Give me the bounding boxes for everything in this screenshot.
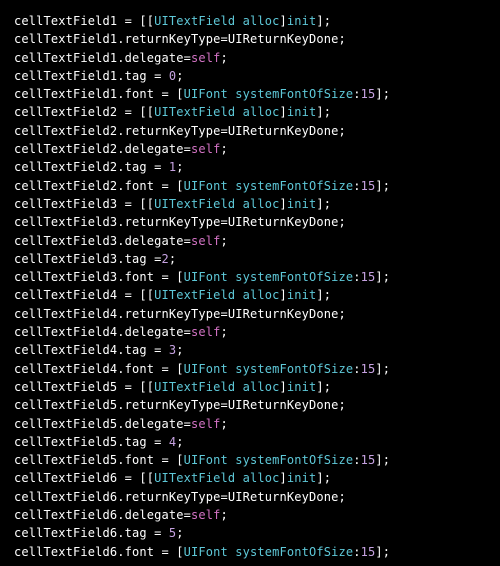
code-line: cellTextField5.tag = 4; [14, 433, 486, 451]
code-line: cellTextField6 = [[UITextField alloc]ini… [14, 469, 486, 487]
code-line: cellTextField2.font = [UIFont systemFont… [14, 177, 486, 195]
code-line: cellTextField5 = [[UITextField alloc]ini… [14, 378, 486, 396]
code-line: cellTextField6.tag = 5; [14, 524, 486, 542]
code-block: cellTextField1 = [[UITextField alloc]ini… [14, 12, 486, 561]
code-line: cellTextField1.returnKeyType=UIReturnKey… [14, 30, 486, 48]
code-line: cellTextField4.font = [UIFont systemFont… [14, 360, 486, 378]
code-line: cellTextField1 = [[UITextField alloc]ini… [14, 12, 486, 30]
code-line: cellTextField2.returnKeyType=UIReturnKey… [14, 122, 486, 140]
code-line: cellTextField4.tag = 3; [14, 341, 486, 359]
code-line: cellTextField3.delegate=self; [14, 232, 486, 250]
code-line: cellTextField1.delegate=self; [14, 49, 486, 67]
code-line: cellTextField3 = [[UITextField alloc]ini… [14, 195, 486, 213]
code-line: cellTextField5.delegate=self; [14, 415, 486, 433]
code-line: cellTextField4.delegate=self; [14, 323, 486, 341]
code-line: cellTextField6.font = [UIFont systemFont… [14, 543, 486, 561]
code-line: cellTextField1.font = [UIFont systemFont… [14, 85, 486, 103]
code-line: cellTextField3.returnKeyType=UIReturnKey… [14, 213, 486, 231]
code-line: cellTextField2.tag = 1; [14, 158, 486, 176]
code-line: cellTextField2 = [[UITextField alloc]ini… [14, 103, 486, 121]
code-line: cellTextField1.tag = 0; [14, 67, 486, 85]
code-line: cellTextField4.returnKeyType=UIReturnKey… [14, 305, 486, 323]
code-line: cellTextField5.returnKeyType=UIReturnKey… [14, 396, 486, 414]
code-line: cellTextField3.font = [UIFont systemFont… [14, 268, 486, 286]
code-line: cellTextField3.tag =2; [14, 250, 486, 268]
code-line: cellTextField5.font = [UIFont systemFont… [14, 451, 486, 469]
code-line: cellTextField6.returnKeyType=UIReturnKey… [14, 488, 486, 506]
code-line: cellTextField4 = [[UITextField alloc]ini… [14, 286, 486, 304]
code-line: cellTextField2.delegate=self; [14, 140, 486, 158]
code-line: cellTextField6.delegate=self; [14, 506, 486, 524]
